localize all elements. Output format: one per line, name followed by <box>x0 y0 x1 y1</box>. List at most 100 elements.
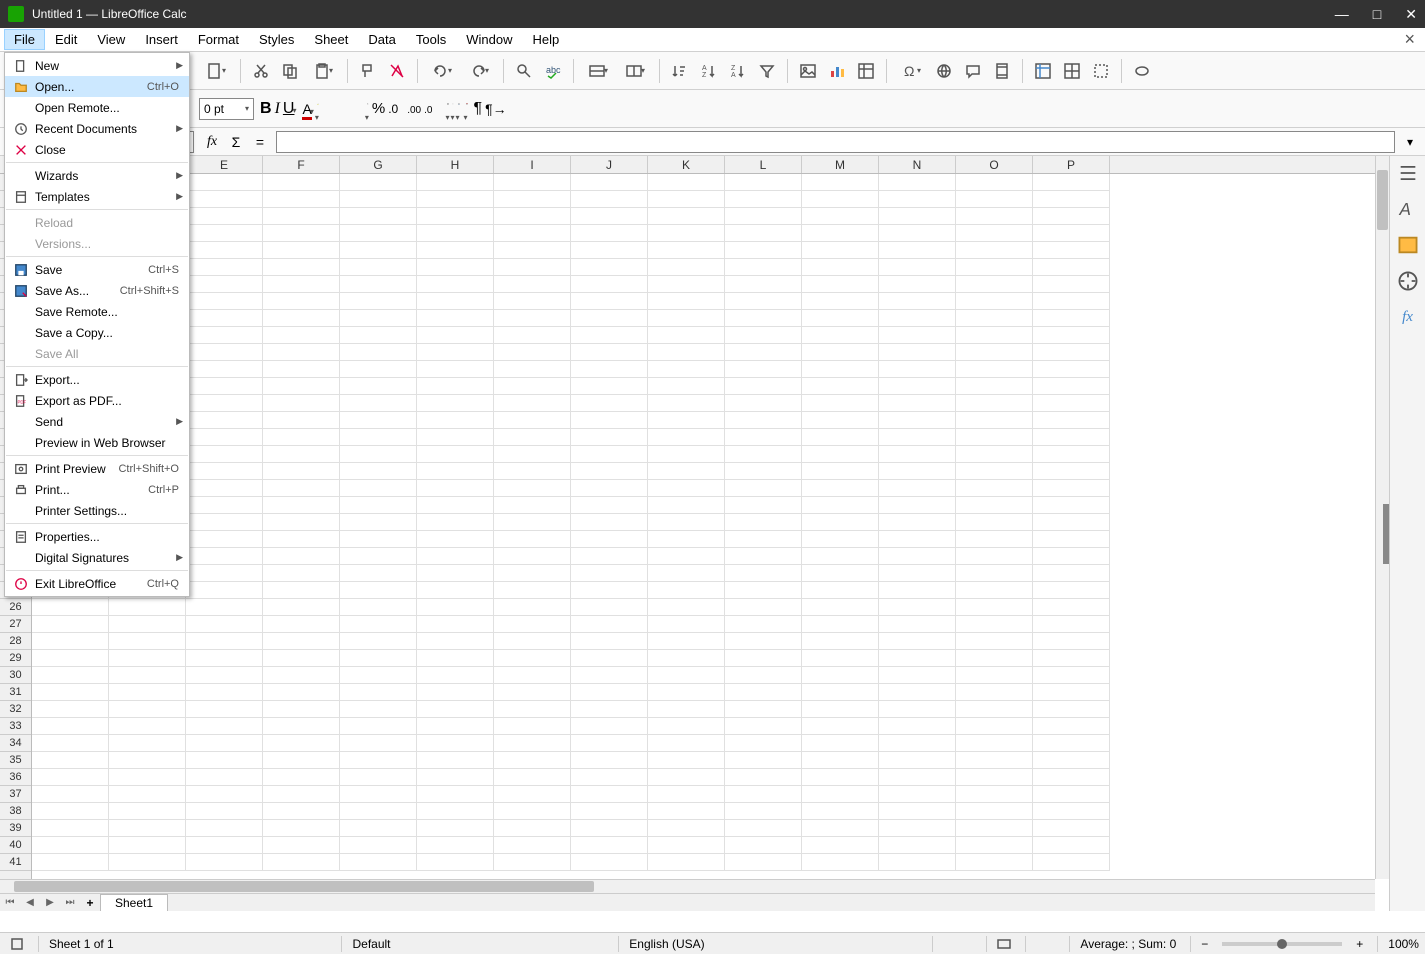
row-header-31[interactable]: 31 <box>0 684 31 701</box>
number-button[interactable]: .0 <box>388 102 398 116</box>
add-sheet-button[interactable]: + <box>80 896 100 910</box>
sidebar-navigator-icon[interactable] <box>1397 270 1419 292</box>
row-header-28[interactable]: 28 <box>0 633 31 650</box>
bold-button[interactable]: B <box>260 100 272 118</box>
file-menu-digital-signatures[interactable]: Digital Signatures▶ <box>5 547 189 568</box>
insert-chart-button[interactable] <box>824 58 850 84</box>
cell-grid[interactable] <box>32 174 1375 879</box>
highlight-button[interactable]: ▾ <box>317 95 319 123</box>
add-decimal-button[interactable]: .00 <box>407 102 421 116</box>
function-wizard-button[interactable]: fx <box>202 132 222 152</box>
clear-formatting-button[interactable] <box>384 58 410 84</box>
column-header-I[interactable]: I <box>494 156 571 173</box>
sidebar-styles-icon[interactable]: A <box>1397 198 1419 220</box>
row-header-26[interactable]: 26 <box>0 599 31 616</box>
zoom-out-button[interactable]: − <box>1190 936 1208 952</box>
row-header-34[interactable]: 34 <box>0 735 31 752</box>
cut-button[interactable] <box>248 58 274 84</box>
file-menu-templates[interactable]: Templates▶ <box>5 186 189 207</box>
menu-help[interactable]: Help <box>522 29 569 50</box>
row-header-32[interactable]: 32 <box>0 701 31 718</box>
tab-next-button[interactable]: ▶ <box>40 897 60 908</box>
menu-styles[interactable]: Styles <box>249 29 304 50</box>
formatting-marks-button[interactable]: ¶ <box>474 100 483 118</box>
column-header-L[interactable]: L <box>725 156 802 173</box>
column-header-K[interactable]: K <box>648 156 725 173</box>
headers-button[interactable] <box>989 58 1015 84</box>
menu-format[interactable]: Format <box>188 29 249 50</box>
freeze-button[interactable] <box>1030 58 1056 84</box>
file-menu-save-as[interactable]: Save As...Ctrl+Shift+S <box>5 280 189 301</box>
tab-first-button[interactable]: ⏮ <box>0 897 20 908</box>
tab-last-button[interactable]: ⏭ <box>60 897 80 908</box>
menu-insert[interactable]: Insert <box>135 29 188 50</box>
redo-button[interactable]: ▾ <box>462 58 496 84</box>
file-menu-print[interactable]: Print...Ctrl+P <box>5 479 189 500</box>
row-header-36[interactable]: 36 <box>0 769 31 786</box>
menu-file[interactable]: File <box>4 29 45 50</box>
underline-button[interactable]: U▾ <box>283 100 297 118</box>
file-menu-print-preview[interactable]: Print PreviewCtrl+Shift+O <box>5 458 189 479</box>
conditional-button[interactable]: ▾ <box>466 95 468 123</box>
file-menu-save[interactable]: SaveCtrl+S <box>5 259 189 280</box>
file-menu-printer-settings[interactable]: Printer Settings... <box>5 500 189 521</box>
cell-style[interactable]: Default <box>341 936 390 952</box>
column-header-G[interactable]: G <box>340 156 417 173</box>
file-menu-save-remote[interactable]: Save Remote... <box>5 301 189 322</box>
file-menu-send[interactable]: Send▶ <box>5 411 189 432</box>
sort-asc-button[interactable]: AZ <box>696 58 722 84</box>
sidebar-gallery-icon[interactable] <box>1397 234 1419 256</box>
zoom-slider[interactable] <box>1222 942 1342 946</box>
spreadsheet-area[interactable]: CDEFGHIJKLMNOP 2627282930313233343536373… <box>0 156 1389 911</box>
insert-image-button[interactable] <box>795 58 821 84</box>
split-button[interactable] <box>1059 58 1085 84</box>
copy-button[interactable] <box>277 58 303 84</box>
ltr-button[interactable]: ¶→ <box>485 101 507 117</box>
menu-edit[interactable]: Edit <box>45 29 87 50</box>
row-header-27[interactable]: 27 <box>0 616 31 633</box>
row-header-33[interactable]: 33 <box>0 718 31 735</box>
pivot-button[interactable] <box>853 58 879 84</box>
comment-button[interactable] <box>960 58 986 84</box>
menu-data[interactable]: Data <box>358 29 405 50</box>
file-menu-new[interactable]: New▶ <box>5 55 189 76</box>
row-header-39[interactable]: 39 <box>0 820 31 837</box>
column-header-H[interactable]: H <box>417 156 494 173</box>
column-headers[interactable]: CDEFGHIJKLMNOP <box>32 156 1375 174</box>
column-header-E[interactable]: E <box>186 156 263 173</box>
file-menu-close[interactable]: Close <box>5 139 189 160</box>
font-size-input[interactable]: 0 pt▾ <box>199 98 254 120</box>
menu-view[interactable]: View <box>87 29 135 50</box>
new-button[interactable]: ▾ <box>199 58 233 84</box>
sheet-tab-1[interactable]: Sheet1 <box>100 894 168 911</box>
signature-status[interactable] <box>1025 936 1055 952</box>
column-header-F[interactable]: F <box>263 156 340 173</box>
borders-button[interactable]: ▾ <box>447 95 449 123</box>
close-window-button[interactable]: ✕ <box>1405 6 1417 23</box>
zoom-in-button[interactable]: + <box>1356 937 1363 951</box>
language[interactable]: English (USA) <box>618 936 704 952</box>
column-header-O[interactable]: O <box>956 156 1033 173</box>
row-header-30[interactable]: 30 <box>0 667 31 684</box>
clone-formatting-button[interactable] <box>355 58 381 84</box>
sort-button[interactable] <box>667 58 693 84</box>
sheet-info[interactable]: Sheet 1 of 1 <box>38 936 114 952</box>
sum-button[interactable]: Σ <box>226 132 246 152</box>
row-header-35[interactable]: 35 <box>0 752 31 769</box>
find-button[interactable] <box>511 58 537 84</box>
close-document-button[interactable]: × <box>1398 29 1421 50</box>
menu-sheet[interactable]: Sheet <box>304 29 358 50</box>
currency-button[interactable]: $▾ <box>367 95 369 123</box>
file-menu-wizards[interactable]: Wizards▶ <box>5 165 189 186</box>
file-menu-open-remote[interactable]: Open Remote... <box>5 97 189 118</box>
undo-button[interactable]: ▾ <box>425 58 459 84</box>
row-button[interactable]: ▾ <box>581 58 615 84</box>
file-menu-export-as-pdf[interactable]: PDFExport as PDF... <box>5 390 189 411</box>
column-button[interactable]: ▾ <box>618 58 652 84</box>
autofilter-button[interactable] <box>754 58 780 84</box>
column-header-M[interactable]: M <box>802 156 879 173</box>
draw-button[interactable] <box>1129 58 1155 84</box>
file-menu-recent-documents[interactable]: Recent Documents▶ <box>5 118 189 139</box>
maximize-button[interactable]: □ <box>1373 6 1381 23</box>
font-color-button[interactable]: A▾ <box>302 101 313 117</box>
